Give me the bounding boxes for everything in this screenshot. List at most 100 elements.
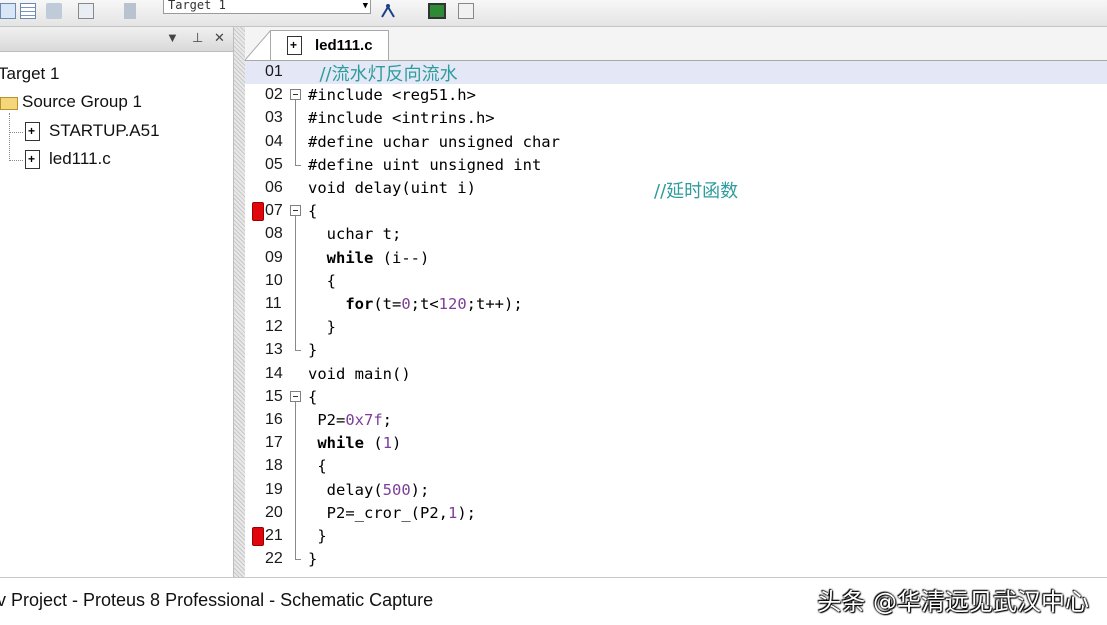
fold-box-icon[interactable] (290, 89, 301, 101)
code-line[interactable]: 02 #include <reg51.h> (245, 84, 1107, 107)
line-number: 08 (265, 225, 283, 243)
status-text: v Project - Proteus 8 Professional - Sch… (0, 590, 434, 610)
code-text: uchar t; (308, 225, 402, 244)
line-number: 04 (265, 132, 283, 150)
fold-line (295, 100, 296, 165)
dropdown-arrow-icon[interactable]: ▼ (363, 1, 368, 12)
line-number: 01 (265, 63, 283, 80)
code-text: #define uchar unsigned char (308, 132, 560, 151)
code-line[interactable]: 01 //流水灯反向流水 (245, 61, 1107, 85)
line-number: 10 (265, 271, 283, 289)
line-number: 02 (265, 86, 283, 104)
fold-line-end (295, 559, 301, 561)
line-number: 22 (265, 550, 283, 568)
tab-slope (245, 30, 271, 60)
tree-item-file-label: led111.c (49, 149, 111, 168)
line-number: 15 (265, 387, 283, 405)
line-number: 21 (265, 527, 283, 544)
code-text: while (1) (317, 434, 402, 453)
line-number: 19 (265, 480, 283, 498)
file-icon (25, 122, 40, 141)
code-line[interactable]: 19 delay(500); (245, 479, 1107, 502)
tree-item-source-group[interactable]: Source Group 1 (22, 92, 142, 112)
code-editor[interactable]: 01 //流水灯反向流水 02 #include <reg51.h> 03 #inclu… (245, 61, 1107, 577)
tree-item-target-label: Target 1 (0, 64, 60, 83)
tree-item-file[interactable]: led111.c (49, 149, 111, 169)
panel-menu-icon[interactable]: ▼ (166, 30, 179, 45)
target-select[interactable]: Target 1 ▼ (163, 0, 371, 14)
code-line[interactable]: 06 void delay(uint i)//延时函数 (245, 177, 1107, 202)
breakpoint-icon[interactable] (252, 527, 264, 546)
project-panel: ▼ ⊥ ✕ Target 1 Source Group 1 STARTUP.A5… (0, 27, 234, 577)
options-icon[interactable] (428, 3, 446, 19)
code-text: } (308, 341, 318, 360)
line-number: 07 (265, 202, 283, 220)
tree-item-source-group-label: Source Group 1 (22, 92, 143, 111)
line-number: 09 (265, 248, 283, 266)
line-number: 13 (265, 341, 283, 359)
code-line[interactable]: 16 P2=0x7f; (245, 409, 1107, 432)
project-panel-header: ▼ ⊥ ✕ (0, 27, 233, 52)
code-line[interactable]: 05 #define uint unsigned int (245, 154, 1107, 177)
panel-pin-icon[interactable]: ⊥ (192, 30, 203, 46)
code-line[interactable]: 10 { (245, 270, 1107, 293)
code-line[interactable]: 04 #define uchar unsigned char (245, 131, 1107, 154)
code-line[interactable]: 08 uchar t; (245, 223, 1107, 246)
code-line[interactable]: 20 P2=_cror_(P2,1); (245, 502, 1107, 525)
line-number: 17 (265, 434, 283, 452)
tab-label: led111.c (315, 37, 373, 54)
stack-icon[interactable] (46, 3, 62, 19)
tree-connector (9, 113, 10, 161)
code-text: { (308, 271, 336, 290)
line-number: 14 (265, 364, 283, 382)
code-text: #include <reg51.h> (308, 86, 476, 105)
code-text: { (308, 387, 318, 406)
tree-item-file-label: STARTUP.A51 (49, 121, 160, 140)
code-line[interactable]: 03 #include <intrins.h> (245, 107, 1107, 130)
code-line[interactable]: 11 for(t=0;t<120;t++); (245, 293, 1107, 316)
fold-box-icon[interactable] (290, 390, 301, 402)
fold-box-icon[interactable] (290, 205, 301, 217)
code-line[interactable]: 15 { (245, 386, 1107, 409)
code-line[interactable]: 14 void main() (245, 363, 1107, 386)
fold-line (295, 401, 296, 560)
code-line[interactable]: 12 } (245, 316, 1107, 339)
code-line[interactable]: 22} (245, 548, 1107, 571)
grid-icon[interactable] (0, 3, 16, 19)
code-line[interactable]: 07 { (245, 200, 1107, 223)
line-number: 18 (265, 457, 283, 475)
line-number: 11 (265, 295, 282, 312)
code-line[interactable]: 09 while (i--) (245, 247, 1107, 270)
target-select-value: Target 1 (168, 0, 226, 12)
code-line[interactable]: 18 { (245, 455, 1107, 478)
panel-splitter[interactable] (234, 27, 245, 577)
code-line[interactable]: 17 while (1) (245, 432, 1107, 455)
file-icon (287, 36, 302, 55)
layers-icon[interactable] (458, 3, 474, 19)
tree-item-file[interactable]: STARTUP.A51 (49, 121, 160, 141)
panel-close-icon[interactable]: ✕ (214, 30, 225, 46)
breakpoint-icon[interactable] (252, 202, 264, 222)
code-text: { (308, 202, 318, 221)
code-text: #include <intrins.h> (308, 109, 495, 128)
fold-line (295, 216, 296, 351)
window-icon[interactable] (78, 3, 94, 19)
code-text: } (308, 318, 336, 337)
pin-icon[interactable] (124, 3, 136, 19)
wand-icon[interactable] (380, 3, 396, 19)
code-line[interactable]: 13} (245, 339, 1107, 362)
code-line[interactable]: 21 } (245, 525, 1107, 548)
code-text: void main() (308, 364, 411, 383)
fold-line-end (295, 164, 301, 166)
code-text: } (308, 550, 318, 569)
code-text: #define uint unsigned int (308, 155, 542, 174)
tab-led111[interactable]: led111.c (270, 30, 389, 60)
code-text: for(t=0;t<120;t++); (345, 295, 523, 313)
table-icon[interactable] (20, 3, 36, 19)
fold-line-end (295, 350, 301, 352)
line-number: 16 (265, 411, 283, 428)
code-text: } (308, 527, 327, 545)
line-number: 12 (265, 318, 283, 336)
code-comment: //延时函数 (654, 181, 739, 202)
tree-item-target[interactable]: Target 1 (0, 64, 59, 84)
